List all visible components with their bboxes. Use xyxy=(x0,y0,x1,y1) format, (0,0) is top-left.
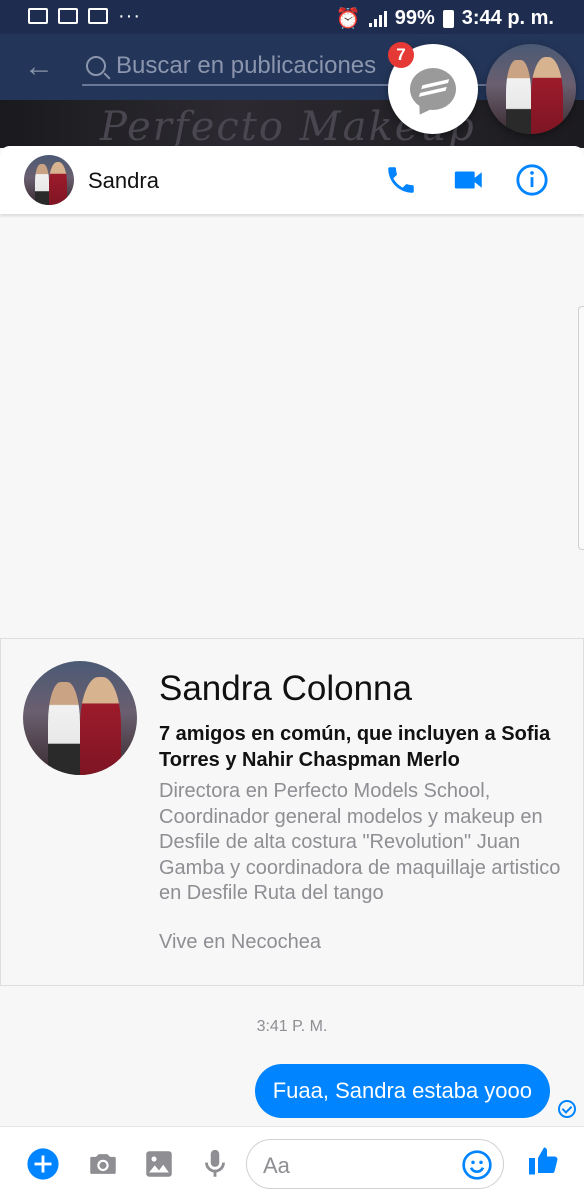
message-input[interactable]: Aa xyxy=(246,1139,504,1189)
message-placeholder: Aa xyxy=(263,1153,290,1178)
profile-bio: Directora en Perfecto Models School, Coo… xyxy=(159,780,561,904)
avatar-figure xyxy=(49,162,67,205)
scrollbar[interactable] xyxy=(578,306,584,550)
plus-icon[interactable] xyxy=(26,1147,60,1181)
avatar[interactable] xyxy=(24,155,74,205)
avatar-figure xyxy=(505,60,531,134)
profile-card: Sandra Colonna 7 amigos en común, que in… xyxy=(0,638,584,986)
mutual-friends: 7 amigos en común, que incluyen a Sofia … xyxy=(159,723,551,771)
notification-icons: ··· xyxy=(28,5,141,27)
checklist-icon xyxy=(88,8,108,24)
message-composer: Aa xyxy=(0,1126,584,1200)
chat-header: Sandra xyxy=(0,146,584,214)
back-arrow-icon[interactable]: ← xyxy=(24,52,54,82)
unread-badge: 7 xyxy=(388,42,414,68)
sent-message[interactable]: Fuaa, Sandra estaba yooo xyxy=(254,1064,550,1118)
search-icon xyxy=(86,56,106,76)
image-icon[interactable] xyxy=(142,1147,176,1181)
alarm-icon: ⏰ xyxy=(335,8,361,30)
microphone-icon[interactable] xyxy=(198,1147,232,1181)
chat-panel: Sandra Sandra Colonna 7 amigos en común,… xyxy=(0,146,584,1200)
search-placeholder: Buscar en publicaciones xyxy=(116,52,377,79)
profile-avatar[interactable] xyxy=(23,661,137,775)
camera-icon[interactable] xyxy=(86,1147,120,1181)
status-bar: ··· ⏰ 99% 3:44 p. m. xyxy=(0,0,584,34)
activity-icon xyxy=(28,8,48,24)
avatar-figure xyxy=(531,56,564,134)
profile-location: Vive en Necochea xyxy=(159,931,321,953)
contact-name[interactable]: Sandra xyxy=(88,168,159,194)
system-status: ⏰ 99% 3:44 p. m. xyxy=(336,6,554,31)
battery-level: 99% xyxy=(394,7,435,29)
clock: 3:44 p. m. xyxy=(461,7,554,29)
emoji-icon[interactable] xyxy=(461,1149,493,1181)
signal-icon xyxy=(368,10,387,27)
contact-chat-head[interactable] xyxy=(486,44,576,134)
more-notifications-icon: ··· xyxy=(118,5,141,27)
info-icon[interactable] xyxy=(515,163,549,197)
delivered-check-icon xyxy=(558,1100,576,1118)
message-timestamp: 3:41 P. M. xyxy=(256,1018,328,1035)
battery-icon xyxy=(442,9,454,28)
gallery-icon xyxy=(58,8,78,24)
video-icon[interactable] xyxy=(452,163,486,197)
profile-name: Sandra Colonna xyxy=(159,669,412,708)
thumbs-up-icon[interactable] xyxy=(526,1143,562,1179)
phone-icon[interactable] xyxy=(384,163,418,197)
avatar-figure xyxy=(48,681,80,775)
avatar-figure xyxy=(80,676,122,775)
avatar-figure xyxy=(35,164,49,205)
